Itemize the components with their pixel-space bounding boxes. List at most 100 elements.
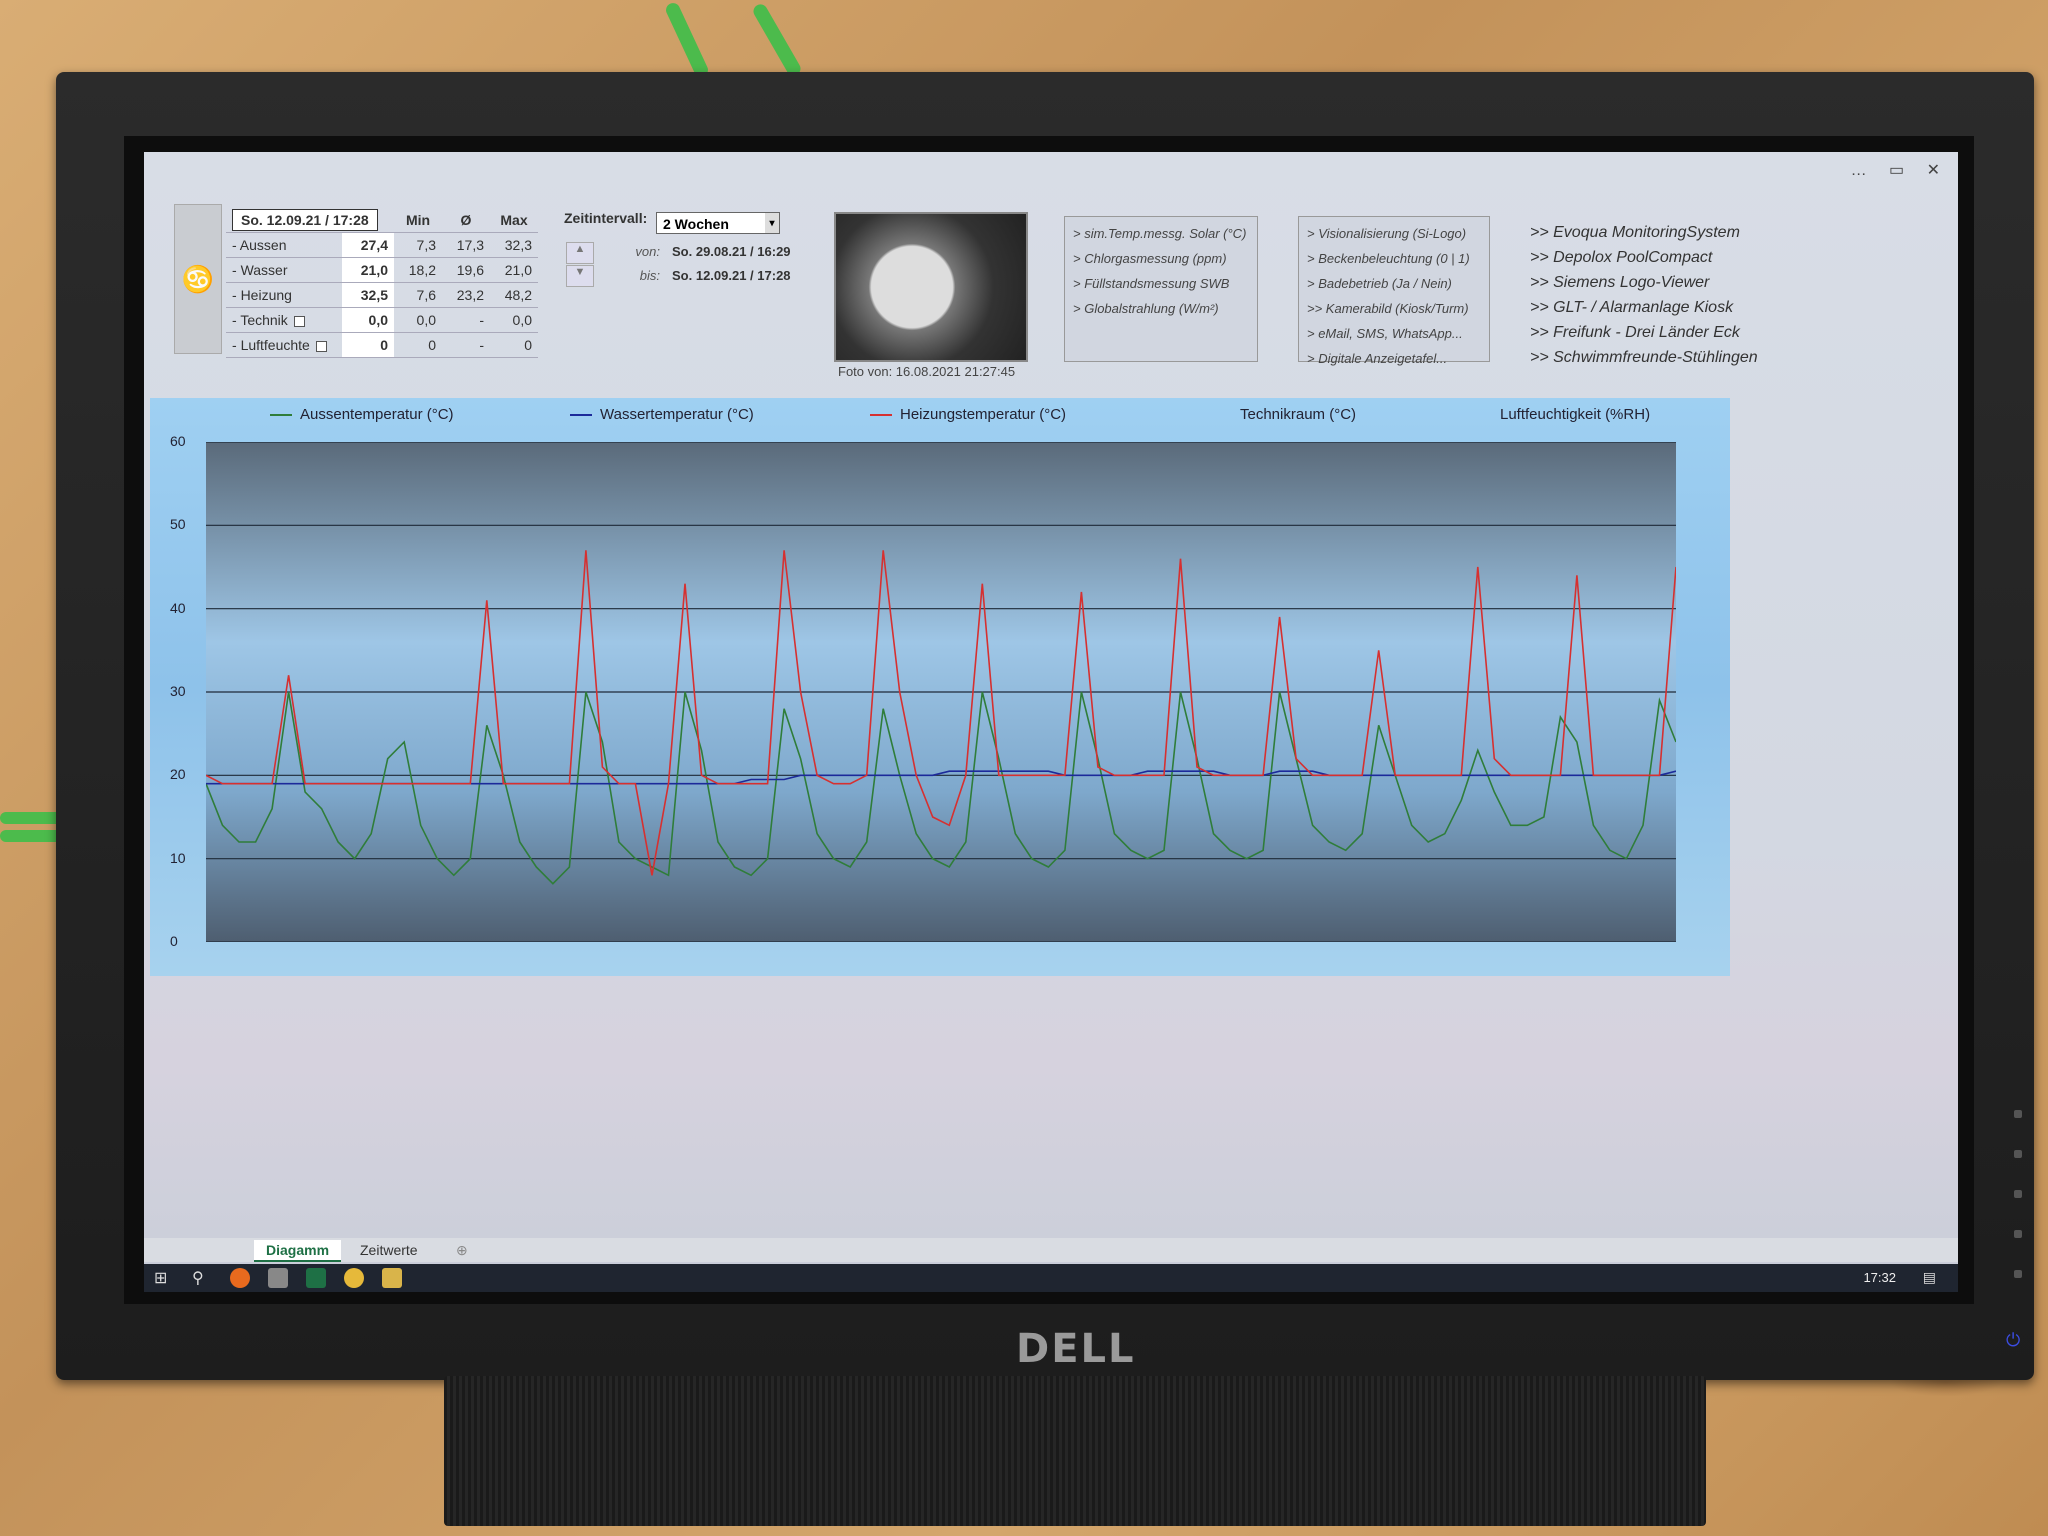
links-box-measurements: > sim.Temp.messg. Solar (°C) > Chlorgasm…	[1064, 216, 1258, 362]
link-item[interactable]: > Visionalisierung (Si-Logo)	[1307, 221, 1481, 246]
current-value: 27,4	[342, 232, 394, 258]
legend-entry-luftfeuchte: Luftfeuchtigkeit (%RH)	[1500, 406, 1651, 423]
monitor-button[interactable]	[2014, 1270, 2022, 1278]
link-item[interactable]: > Globalstrahlung (W/m²)	[1073, 296, 1249, 321]
from-label: von:	[635, 244, 660, 259]
table-row: - Luftfeuchte 0 0 - 0	[226, 332, 538, 358]
row-label: Luftfeuchte	[240, 337, 310, 353]
firefox-icon[interactable]	[230, 1268, 250, 1288]
technik-checkbox[interactable]	[293, 315, 305, 327]
search-icon[interactable]: ⚲	[192, 1268, 212, 1288]
plot-area	[206, 442, 1676, 942]
interval-select[interactable]: 2 Wochen ▾	[656, 212, 780, 234]
range-from: von: So. 29.08.21 / 16:29	[620, 244, 791, 259]
tab-diagramm[interactable]: Diagamm	[254, 1240, 342, 1262]
max-value: 48,2	[490, 282, 538, 308]
y-tick-label: 60	[170, 433, 186, 449]
link-item[interactable]: > Chlorgasmessung (ppm)	[1073, 246, 1249, 271]
current-value: 32,5	[342, 282, 394, 308]
table-row: - Wasser 21,0 18,2 19,6 21,0	[226, 257, 538, 283]
min-value: 7,3	[394, 232, 442, 258]
table-row: - Technik 0,0 0,0 - 0,0	[226, 307, 538, 333]
link-item[interactable]: > eMail, SMS, WhatsApp...	[1307, 321, 1481, 346]
app-icon[interactable]	[344, 1268, 364, 1288]
link-item[interactable]: >> Kamerabild (Kiosk/Turm)	[1307, 296, 1481, 321]
screen: … ▭ ✕ ♋ So. 12.09.21 / 17:28 Min Ø Max -…	[144, 152, 1958, 1292]
min-value: 18,2	[394, 257, 442, 283]
interval-down-button[interactable]: ▼	[566, 265, 594, 287]
windows-start-icon[interactable]: ⊞	[154, 1268, 174, 1288]
external-link[interactable]: >> Schwimmfreunde-Stühlingen	[1530, 345, 1758, 370]
external-link[interactable]: >> Siemens Logo-Viewer	[1530, 270, 1758, 295]
max-value: 0	[490, 332, 538, 358]
row-label: Aussen	[239, 237, 287, 253]
current-value: 0	[342, 332, 394, 358]
link-item[interactable]: > Füllstandsmessung SWB	[1073, 271, 1249, 296]
y-tick-label: 40	[170, 599, 186, 616]
external-link[interactable]: >> Evoqua MonitoringSystem	[1530, 220, 1758, 245]
power-icon[interactable]: ⏻	[2006, 1330, 2020, 1351]
from-value: So. 29.08.21 / 16:29	[672, 244, 791, 259]
taskbar: ⊞ ⚲ 17:32 ▤	[144, 1264, 1958, 1292]
link-item[interactable]: > Badebetrieb (Ja / Nein)	[1307, 271, 1481, 296]
luftfeuchte-checkbox[interactable]	[315, 340, 327, 352]
y-tick-label: 10	[170, 849, 186, 866]
legend-entry-wasser: Wassertemperatur (°C)	[570, 406, 754, 423]
current-value: 21,0	[342, 257, 394, 283]
legend-entry-technik: Technikraum (°C)	[1240, 406, 1357, 423]
restore-icon[interactable]: ▭	[1889, 162, 1904, 179]
file-explorer-icon[interactable]	[382, 1268, 402, 1288]
monitor-button[interactable]	[2014, 1230, 2022, 1238]
sheet-tabs: Diagamm Zeitwerte ⊕	[144, 1238, 1958, 1262]
clock: 17:32	[1863, 1270, 1896, 1285]
external-link[interactable]: >> Freifunk - Drei Länder Eck	[1530, 320, 1758, 345]
photo-caption: Foto von: 16.08.2021 21:27:45	[838, 364, 1016, 379]
header-max: Max	[490, 208, 538, 233]
to-label: bis:	[639, 268, 660, 283]
y-tick-label: 50	[170, 516, 186, 533]
monitor-speaker-bar	[444, 1376, 1706, 1526]
close-icon[interactable]: ✕	[1927, 162, 1940, 179]
more-icon[interactable]: …	[1851, 162, 1867, 179]
monitor-button[interactable]	[2014, 1190, 2022, 1198]
excel-icon[interactable]	[306, 1268, 326, 1288]
to-value: So. 12.09.21 / 17:28	[672, 268, 791, 283]
interval-up-button[interactable]: ▲	[566, 242, 594, 264]
external-links: >> Evoqua MonitoringSystem >> Depolox Po…	[1530, 220, 1758, 370]
max-value: 0,0	[490, 307, 538, 333]
camera-icon[interactable]	[268, 1268, 288, 1288]
avg-value: 17,3	[442, 232, 490, 258]
monitor-button[interactable]	[2014, 1110, 2022, 1118]
link-item[interactable]: > Digitale Anzeigetafel...	[1307, 346, 1481, 371]
avg-value: -	[442, 307, 490, 333]
max-value: 32,3	[490, 232, 538, 258]
header-min: Min	[394, 208, 442, 233]
temperature-chart: Aussentemperatur (°C) Wassertemperatur (…	[150, 398, 1730, 976]
notification-icon[interactable]: ▤	[1923, 1269, 1936, 1286]
add-sheet-icon[interactable]: ⊕	[444, 1240, 480, 1261]
min-value: 0,0	[394, 307, 442, 333]
legend-entry-aussen: Aussentemperatur (°C)	[270, 406, 454, 423]
min-value: 7,6	[394, 282, 442, 308]
avg-value: 23,2	[442, 282, 490, 308]
tab-zeitwerte[interactable]: Zeitwerte	[348, 1240, 430, 1260]
monitor-button[interactable]	[2014, 1150, 2022, 1158]
external-link[interactable]: >> Depolox PoolCompact	[1530, 245, 1758, 270]
table-row: - Aussen 27,4 7,3 17,3 32,3	[226, 232, 538, 258]
legend-entry-heizung: Heizungstemperatur (°C)	[870, 406, 1066, 423]
max-value: 21,0	[490, 257, 538, 283]
window-controls: … ▭ ✕	[1833, 160, 1940, 180]
camera-photo[interactable]	[834, 212, 1028, 362]
link-item[interactable]: > Beckenbeleuchtung (0 | 1)	[1307, 246, 1481, 271]
range-to: bis: So. 12.09.21 / 17:28	[620, 268, 791, 283]
header-avg: Ø	[442, 208, 490, 233]
monitor-brand-logo: DELL	[1016, 1326, 1136, 1372]
link-item[interactable]: > sim.Temp.messg. Solar (°C)	[1073, 221, 1249, 246]
interval-selected-value: 2 Wochen	[663, 216, 729, 232]
external-link[interactable]: >> GLT- / Alarmanlage Kiosk	[1530, 295, 1758, 320]
min-value: 0	[394, 332, 442, 358]
y-tick-label: 20	[170, 766, 186, 783]
current-value: 0,0	[342, 307, 394, 333]
avg-value: 19,6	[442, 257, 490, 283]
current-datetime: So. 12.09.21 / 17:28	[232, 209, 378, 231]
